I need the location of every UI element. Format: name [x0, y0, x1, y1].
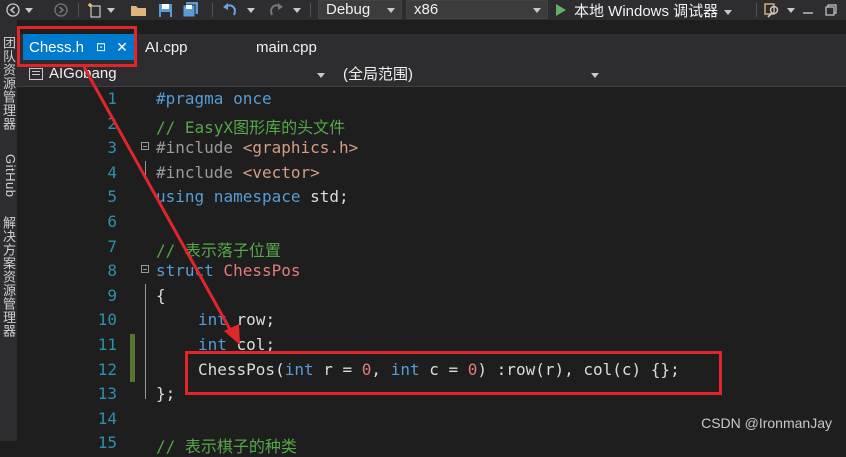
- watermark: CSDN @IronmanJay: [701, 415, 832, 431]
- annotation-arrow: [82, 66, 240, 345]
